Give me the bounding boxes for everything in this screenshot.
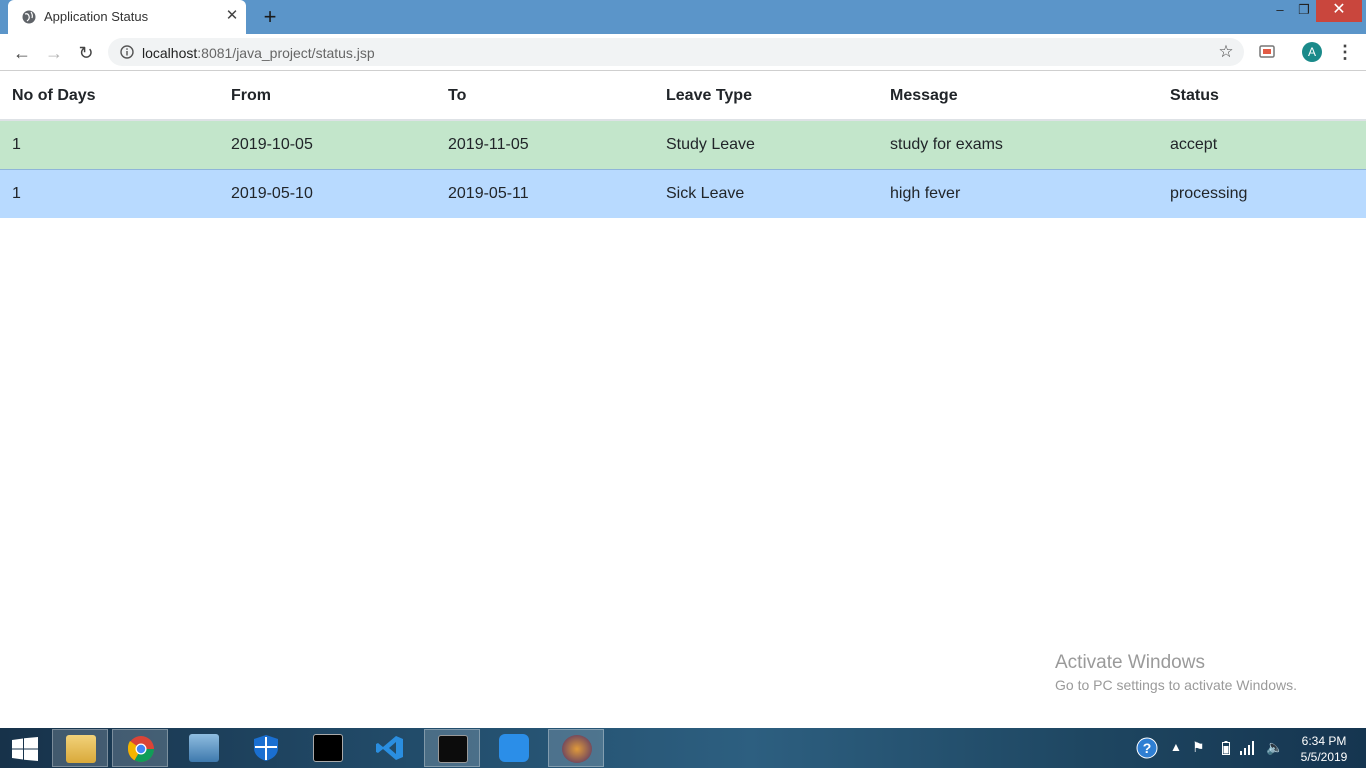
show-hidden-icons-icon[interactable]: ▲ xyxy=(1170,740,1182,768)
help-icon[interactable]: ? xyxy=(1136,737,1158,759)
browser-titlebar: Application Status ✕ + – ❐ ✕ xyxy=(0,0,1366,34)
watermark-subtitle: Go to PC settings to activate Windows. xyxy=(1055,677,1297,693)
mysql-icon xyxy=(438,735,468,763)
table-row: 1 2019-10-05 2019-11-05 Study Leave stud… xyxy=(0,119,1366,169)
chrome-icon xyxy=(127,736,155,763)
table-header-row: No of Days From To Leave Type Message St… xyxy=(0,72,1366,121)
cell-to: 2019-11-05 xyxy=(436,119,654,169)
menu-kebab-icon[interactable]: ⋮ xyxy=(1336,41,1354,63)
taskbar-defender[interactable] xyxy=(238,729,294,767)
cell-from: 2019-10-05 xyxy=(219,119,436,169)
cell-leave-type: Sick Leave xyxy=(654,168,878,218)
taskbar-remote-desktop[interactable] xyxy=(176,729,232,767)
taskbar-file-explorer[interactable] xyxy=(52,729,108,767)
tab-title: Application Status xyxy=(44,9,149,24)
cell-days: 1 xyxy=(0,168,219,218)
leave-status-table: No of Days From To Leave Type Message St… xyxy=(0,72,1366,218)
header-leave-type: Leave Type xyxy=(654,72,878,121)
taskbar-wps[interactable] xyxy=(486,729,542,767)
url-path: :8081/java_project/status.jsp xyxy=(197,45,375,61)
signal-icon[interactable] xyxy=(1240,741,1256,755)
reload-icon[interactable]: ↻ xyxy=(74,41,98,65)
cell-status: accept xyxy=(1158,119,1366,169)
browser-tab[interactable]: Application Status ✕ xyxy=(8,0,246,34)
header-status: Status xyxy=(1158,72,1366,121)
window-close-button[interactable]: ✕ xyxy=(1316,0,1362,22)
svg-text:?: ? xyxy=(1143,740,1152,756)
vscode-icon xyxy=(376,736,403,760)
defender-icon xyxy=(254,735,278,761)
command-prompt-icon xyxy=(313,734,343,762)
taskbar-clock[interactable]: 6:34 PM 5/5/2019 xyxy=(1294,733,1354,765)
taskbar-mysql[interactable] xyxy=(424,729,480,767)
windows-taskbar: ? ▲ ⚑ 🔈 6:34 PM 5/5/2019 xyxy=(0,728,1366,768)
page-content: No of Days From To Leave Type Message St… xyxy=(0,72,1366,728)
action-center-flag-icon[interactable]: ⚑ xyxy=(1192,739,1205,768)
cell-message: high fever xyxy=(878,168,1158,218)
cell-status: processing xyxy=(1158,168,1366,218)
clock-date: 5/5/2019 xyxy=(1300,750,1348,764)
window-maximize-button[interactable]: ❐ xyxy=(1290,0,1318,22)
info-icon[interactable] xyxy=(120,45,134,59)
activate-windows-watermark: Activate Windows Go to PC settings to ac… xyxy=(1055,652,1297,694)
cell-from: 2019-05-10 xyxy=(219,168,436,218)
watermark-title: Activate Windows xyxy=(1055,652,1205,673)
bookmark-star-icon[interactable]: ☆ xyxy=(1216,42,1236,62)
wps-icon xyxy=(499,734,529,762)
cast-icon[interactable] xyxy=(1258,44,1276,60)
header-to: To xyxy=(436,72,654,121)
remote-desktop-icon xyxy=(189,734,219,762)
cell-message: study for exams xyxy=(878,119,1158,169)
url-text: localhost:8081/java_project/status.jsp xyxy=(142,45,375,61)
start-button[interactable] xyxy=(0,729,50,767)
volume-icon[interactable]: 🔈 xyxy=(1266,739,1283,768)
header-from: From xyxy=(219,72,436,121)
cell-days: 1 xyxy=(0,119,219,169)
url-host: localhost xyxy=(142,45,198,61)
profile-avatar[interactable]: A xyxy=(1302,42,1322,62)
back-arrow-icon[interactable]: ← xyxy=(10,41,34,65)
address-bar[interactable]: localhost:8081/java_project/status.jsp ☆ xyxy=(108,38,1244,66)
browser-toolbar: ← → ↻ localhost:8081/java_project/status… xyxy=(0,34,1366,71)
taskbar-command-prompt[interactable] xyxy=(300,729,356,767)
cell-to: 2019-05-11 xyxy=(436,168,654,218)
battery-icon[interactable] xyxy=(1222,741,1230,755)
windows-logo-icon xyxy=(12,737,38,761)
header-message: Message xyxy=(878,72,1158,121)
taskbar-java-ee-ide[interactable] xyxy=(548,729,604,767)
forward-arrow-icon[interactable]: → xyxy=(42,41,66,65)
file-explorer-icon xyxy=(66,735,96,763)
tab-close-icon[interactable]: ✕ xyxy=(224,8,240,24)
table-row: 1 2019-05-10 2019-05-11 Sick Leave high … xyxy=(0,168,1366,218)
taskbar-chrome[interactable] xyxy=(112,729,168,767)
cell-leave-type: Study Leave xyxy=(654,119,878,169)
header-no-of-days: No of Days xyxy=(0,72,219,121)
globe-icon xyxy=(22,10,36,24)
taskbar-vscode[interactable] xyxy=(362,729,418,767)
clock-time: 6:34 PM xyxy=(1301,734,1347,748)
new-tab-button[interactable]: + xyxy=(259,6,281,28)
java-ee-ide-icon xyxy=(562,735,592,763)
